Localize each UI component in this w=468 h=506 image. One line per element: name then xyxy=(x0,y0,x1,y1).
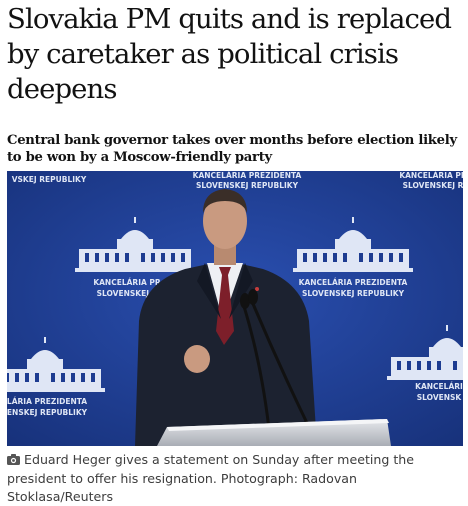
article-photo: VSKEJ REPUBLIKY KANCELÁRIA PREZIDENTA SL… xyxy=(7,171,463,446)
backdrop-text: SLOVENSKEJ REPUBLIKY xyxy=(196,181,299,190)
article-standfirst: Central bank governor takes over months … xyxy=(7,133,457,165)
backdrop-text: SLOVENSK xyxy=(417,393,463,402)
backdrop-text: KANCELÁRIA PREZIDENTA xyxy=(299,278,408,287)
microphone-icon xyxy=(248,289,258,305)
caption-text: Eduard Heger gives a statement on Sunday… xyxy=(7,452,415,504)
backdrop-text: LÁRIA PREZIDENTA xyxy=(7,397,87,406)
backdrop-text: KANCELÁRIA PR xyxy=(399,171,463,180)
backdrop-text: KANCELÁRIA PREZIDENTA xyxy=(193,171,302,180)
backdrop-text: SLOVENSKEJ R xyxy=(403,181,463,190)
article-headline: Slovakia PM quits and is replaced by car… xyxy=(7,3,452,105)
backdrop-text: SLOVENSKEJ REPUBLIKY xyxy=(302,289,405,298)
photo-caption: Eduard Heger gives a statement on Sunday… xyxy=(7,451,465,506)
backdrop-text: ENSKEJ REPUBLIKY xyxy=(7,408,88,417)
camera-icon xyxy=(7,452,20,470)
backdrop-text: KANCELÁRIA PR xyxy=(93,278,161,287)
backdrop-text: KANCELÁRI xyxy=(415,382,463,391)
backdrop-text: VSKEJ REPUBLIKY xyxy=(12,175,87,184)
